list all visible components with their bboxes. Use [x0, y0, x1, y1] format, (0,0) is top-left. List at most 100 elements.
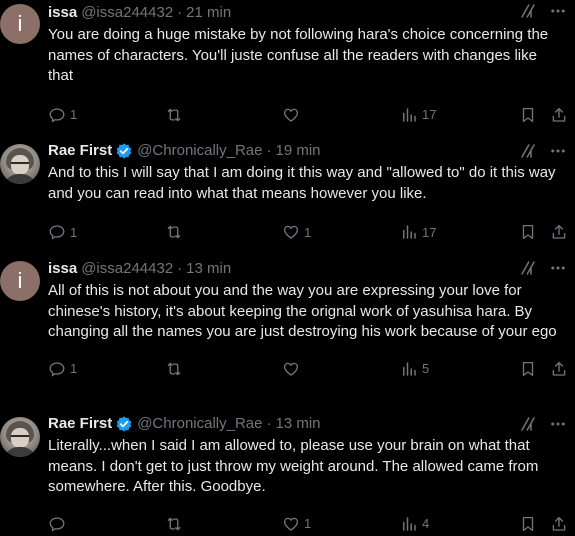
views-count: 17: [422, 224, 437, 240]
separator-dot: ·: [266, 415, 272, 432]
reply-button[interactable]: 1: [48, 105, 77, 125]
more-icon[interactable]: [549, 142, 567, 160]
bookmark-icon: [522, 224, 534, 240]
author-handle[interactable]: @Chronically_Rae: [137, 413, 262, 435]
reply-button[interactable]: 1: [48, 359, 77, 379]
like-count: 1: [304, 224, 312, 240]
author-handle[interactable]: @Chronically_Rae: [137, 140, 262, 162]
retweet-button[interactable]: [165, 105, 187, 125]
tweet-text: You are doing a huge mistake by not foll…: [48, 26, 549, 84]
reply-thread: i issa @issa244432 · 21 min You are doin…: [0, 0, 575, 536]
more-icon[interactable]: [549, 2, 567, 20]
more-icon[interactable]: [549, 415, 567, 433]
reply-icon: [49, 361, 65, 377]
reply-count: 1: [70, 107, 78, 122]
like-button[interactable]: 1: [282, 514, 311, 534]
tweet-header: Rae First @Chronically_Rae · 13 min: [48, 413, 567, 435]
grok-icon[interactable]: [519, 415, 537, 433]
views-icon: [403, 361, 416, 376]
tweet-actions: 1 4: [48, 514, 567, 534]
tweet-3[interactable]: i issa @issa244432 · 13 min All of this …: [0, 257, 575, 379]
tweet-header: Rae First @Chronically_Rae · 19 min: [48, 140, 567, 162]
reply-icon: [49, 107, 65, 123]
tweet-gutter: i: [0, 257, 48, 379]
timestamp[interactable]: 19 min: [275, 140, 320, 162]
reply-icon: [49, 225, 65, 240]
retweet-button[interactable]: [165, 359, 187, 379]
grok-icon[interactable]: [519, 2, 537, 20]
share-icon: [552, 107, 566, 122]
tweet-top-actions: [519, 413, 567, 435]
views-icon: [403, 225, 416, 239]
retweet-icon: [167, 108, 181, 121]
tweet-actions: 1 17: [48, 105, 567, 125]
like-button[interactable]: 1: [282, 222, 311, 242]
views-button[interactable]: 17: [400, 105, 436, 125]
views-icon: [403, 516, 416, 531]
separator-dot: ·: [177, 260, 183, 277]
tweet-2[interactable]: Rae First @Chronically_Rae · 19 min And …: [0, 140, 575, 242]
tweet-header: issa @issa244432 · 21 min: [48, 2, 567, 24]
views-count: 17: [422, 107, 437, 122]
tweet-gutter: [0, 140, 48, 242]
like-count: 1: [304, 516, 312, 531]
author-name[interactable]: issa: [48, 2, 77, 24]
like-icon: [283, 225, 299, 239]
tweet-gutter: [0, 413, 48, 534]
avatar[interactable]: [0, 417, 40, 457]
retweet-icon: [167, 517, 181, 530]
grok-icon[interactable]: [519, 259, 537, 277]
views-count: 4: [422, 516, 430, 531]
tweet-content: issa @issa244432 · 21 min You are doing …: [48, 0, 567, 125]
like-button[interactable]: [282, 105, 304, 125]
tweet-text: Literally...when I said I am allowed to,…: [48, 437, 539, 495]
views-icon: [403, 107, 416, 122]
separator-dot: ·: [177, 4, 183, 21]
retweet-icon: [167, 362, 181, 375]
author-name[interactable]: issa: [48, 258, 77, 280]
author-handle[interactable]: @issa244432: [81, 258, 173, 280]
bookmark-button[interactable]: [519, 222, 537, 242]
tweet-content: Rae First @Chronically_Rae · 13 min Lite…: [48, 413, 567, 534]
reply-button[interactable]: [48, 514, 70, 534]
share-button[interactable]: [550, 222, 568, 242]
timestamp[interactable]: 13 min: [186, 258, 231, 280]
bookmark-button[interactable]: [519, 514, 537, 534]
verified-badge-icon[interactable]: [115, 415, 133, 433]
reply-icon: [49, 516, 65, 532]
views-button[interactable]: 17: [400, 222, 436, 242]
views-button[interactable]: 5: [400, 359, 429, 379]
timestamp[interactable]: 13 min: [275, 413, 320, 435]
more-icon[interactable]: [549, 259, 567, 277]
tweet-content: Rae First @Chronically_Rae · 19 min And …: [48, 140, 567, 242]
avatar[interactable]: i: [0, 4, 40, 44]
author-name[interactable]: Rae First: [48, 413, 112, 435]
share-button[interactable]: [550, 105, 568, 125]
like-icon: [283, 517, 299, 531]
tweet-1[interactable]: i issa @issa244432 · 21 min You are doin…: [0, 0, 575, 125]
author-name[interactable]: Rae First: [48, 140, 112, 162]
retweet-button[interactable]: [165, 222, 187, 242]
timestamp[interactable]: 21 min: [186, 2, 231, 24]
like-icon: [283, 108, 299, 122]
tweet-text: All of this is not about you and the way…: [48, 282, 557, 340]
author-handle[interactable]: @issa244432: [81, 2, 173, 24]
bookmark-icon: [522, 361, 534, 376]
views-button[interactable]: 4: [400, 514, 429, 534]
separator-dot: ·: [266, 142, 272, 159]
share-button[interactable]: [550, 359, 568, 379]
like-button[interactable]: [282, 359, 304, 379]
reply-button[interactable]: 1: [48, 222, 77, 242]
tweet-4[interactable]: Rae First @Chronically_Rae · 13 min Lite…: [0, 413, 575, 534]
bookmark-icon: [522, 107, 534, 122]
bookmark-button[interactable]: [519, 359, 537, 379]
grok-icon[interactable]: [519, 142, 537, 160]
retweet-button[interactable]: [165, 514, 187, 534]
views-count: 5: [422, 361, 430, 376]
bookmark-icon: [522, 516, 534, 531]
verified-badge-icon[interactable]: [115, 142, 133, 160]
avatar[interactable]: i: [0, 261, 40, 301]
share-button[interactable]: [550, 514, 568, 534]
avatar[interactable]: [0, 144, 40, 184]
bookmark-button[interactable]: [519, 105, 537, 125]
